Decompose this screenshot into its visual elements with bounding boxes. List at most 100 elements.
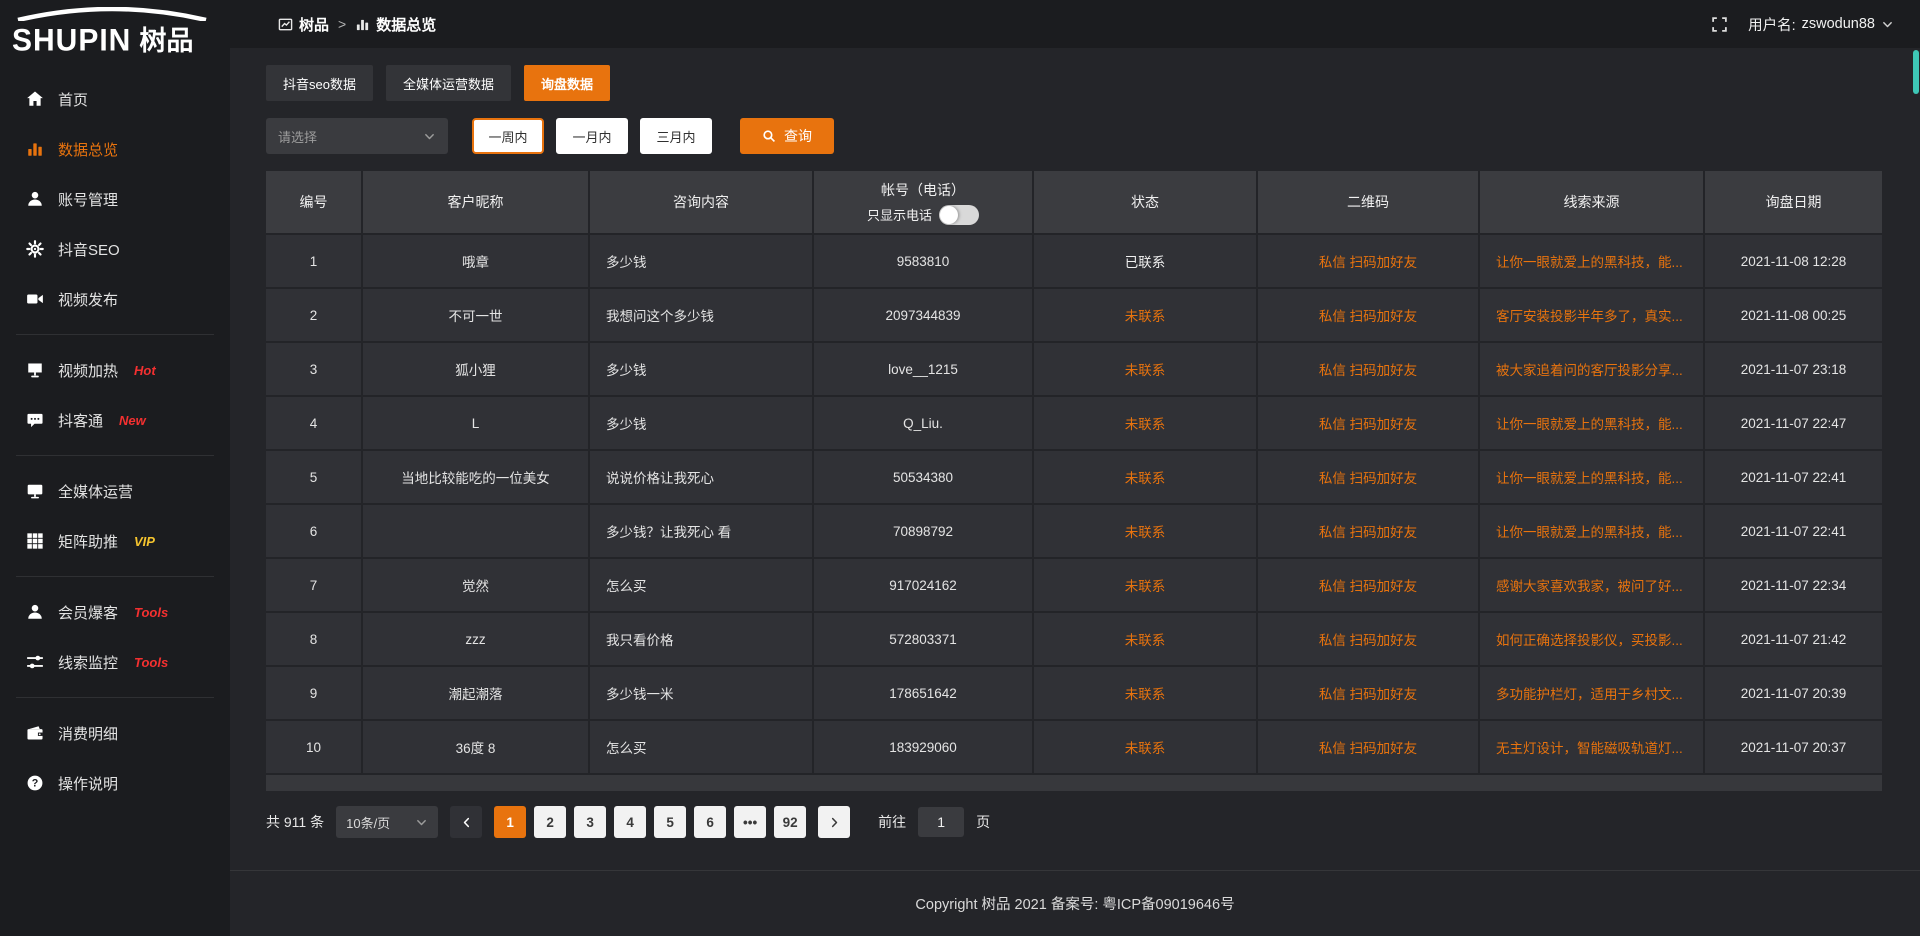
cell-source-link[interactable]: 如何正确选择投影仪，买投影... <box>1480 613 1703 665</box>
cell-date: 2021-11-07 22:34 <box>1705 559 1882 611</box>
cell-account: 917024162 <box>814 559 1032 611</box>
sidebar-divider <box>16 697 214 698</box>
sidebar-item-consumption-detail[interactable]: 消费明细 <box>0 708 230 758</box>
cell-qrcode-link[interactable]: 私信 扫码加好友 <box>1258 343 1478 395</box>
prev-page-button[interactable] <box>450 806 482 838</box>
sidebar-divider <box>16 576 214 577</box>
sidebar-item-badge: Tools <box>134 605 168 620</box>
tab-inquiry-data[interactable]: 询盘数据 <box>524 65 610 101</box>
select-placeholder: 请选择 <box>278 127 317 146</box>
cell-qrcode-link[interactable]: 私信 扫码加好友 <box>1258 559 1478 611</box>
sidebar-item-home[interactable]: 首页 <box>0 74 230 124</box>
sidebar-item-matrix-boost[interactable]: 矩阵助推 VIP <box>0 516 230 566</box>
cell-nickname: 潮起潮落 <box>363 667 588 719</box>
cell-no: 9 <box>266 667 361 719</box>
chevron-down-icon <box>196 534 210 548</box>
page-ellipsis-button[interactable]: ••• <box>734 806 766 838</box>
cell-content: 多少钱 <box>590 235 812 287</box>
breadcrumb-root[interactable]: 树品 <box>278 14 329 35</box>
question-icon: ? <box>26 774 44 792</box>
cell-qrcode-link[interactable]: 私信 扫码加好友 <box>1258 613 1478 665</box>
period-button-one-month[interactable]: 一月内 <box>556 118 628 154</box>
filter-bar: 请选择 一周内 一月内 三月内 查询 <box>266 118 1882 154</box>
cell-content: 怎么买 <box>590 559 812 611</box>
user-icon <box>26 603 44 621</box>
cell-nickname: 36度 8 <box>363 721 588 773</box>
page-button-6[interactable]: 6 <box>694 806 726 838</box>
chevron-down-icon <box>423 130 436 143</box>
sidebar-item-operation-guide[interactable]: ? 操作说明 <box>0 758 230 808</box>
sidebar-item-clue-monitor[interactable]: 线索监控 Tools <box>0 637 230 687</box>
tab-media-operation-data[interactable]: 全媒体运营数据 <box>386 65 511 101</box>
cell-date: 2021-11-08 00:25 <box>1705 289 1882 341</box>
cell-source-link[interactable]: 多功能护栏灯，适用于乡村文... <box>1480 667 1703 719</box>
cell-source-link[interactable]: 让你一眼就爱上的黑科技，能... <box>1480 235 1703 287</box>
search-button-label: 查询 <box>784 126 812 146</box>
cell-content: 多少钱？让我死心 看 <box>590 505 812 557</box>
cell-content: 我想问这个多少钱 <box>590 289 812 341</box>
sidebar-item-account-manage[interactable]: 账号管理 <box>0 174 230 224</box>
cell-qrcode-link[interactable]: 私信 扫码加好友 <box>1258 289 1478 341</box>
sidebar-item-douyin-seo[interactable]: 抖音SEO <box>0 224 230 274</box>
cell-source-link[interactable]: 感谢大家喜欢我家，被问了好... <box>1480 559 1703 611</box>
cell-content: 我只看价格 <box>590 613 812 665</box>
cell-content: 多少钱一米 <box>590 667 812 719</box>
sidebar-item-member-baoke[interactable]: 会员爆客 Tools <box>0 587 230 637</box>
cell-status: 未联系 <box>1034 505 1256 557</box>
cell-source-link[interactable]: 让你一眼就爱上的黑科技，能... <box>1480 397 1703 449</box>
cell-qrcode-link[interactable]: 私信 扫码加好友 <box>1258 721 1478 773</box>
phone-only-toggle[interactable] <box>939 205 979 225</box>
period-button-three-months[interactable]: 三月内 <box>640 118 712 154</box>
cell-source-link[interactable]: 客厅安装投影半年多了，真实... <box>1480 289 1703 341</box>
sidebar-item-video-publish[interactable]: 视频发布 <box>0 274 230 324</box>
page-size-select[interactable]: 10条/页 <box>336 806 438 838</box>
scrollbar-thumb[interactable] <box>1913 50 1919 94</box>
cell-no: 4 <box>266 397 361 449</box>
sidebar-item-data-overview[interactable]: 数据总览 <box>0 124 230 174</box>
page-button-5[interactable]: 5 <box>654 806 686 838</box>
cell-source-link[interactable]: 被大家追着问的客厅投影分享... <box>1480 343 1703 395</box>
cell-qrcode-link[interactable]: 私信 扫码加好友 <box>1258 235 1478 287</box>
tab-douyin-seo-data[interactable]: 抖音seo数据 <box>266 65 373 101</box>
breadcrumb-current[interactable]: 数据总览 <box>355 14 436 35</box>
data-tabs: 抖音seo数据 全媒体运营数据 询盘数据 <box>266 65 1882 101</box>
page-button-4[interactable]: 4 <box>614 806 646 838</box>
app-logo[interactable]: SHUPIN 树品 <box>0 0 230 60</box>
cell-content: 说说价格让我死心 <box>590 451 812 503</box>
sidebar-item-media-operation[interactable]: 全媒体运营 <box>0 466 230 516</box>
fullscreen-icon[interactable] <box>1711 16 1728 33</box>
chevron-left-icon <box>460 816 473 829</box>
cell-qrcode-link[interactable]: 私信 扫码加好友 <box>1258 451 1478 503</box>
goto-page-input[interactable] <box>918 807 964 837</box>
cell-source-link[interactable]: 让你一眼就爱上的黑科技，能... <box>1480 505 1703 557</box>
cell-qrcode-link[interactable]: 私信 扫码加好友 <box>1258 397 1478 449</box>
search-button[interactable]: 查询 <box>740 118 834 154</box>
cell-account: 50534380 <box>814 451 1032 503</box>
page-button-3[interactable]: 3 <box>574 806 606 838</box>
cell-account: 2097344839 <box>814 289 1032 341</box>
sidebar-item-video-heat[interactable]: 视频加热 Hot <box>0 345 230 395</box>
page-button-1[interactable]: 1 <box>494 806 526 838</box>
page-button-2[interactable]: 2 <box>534 806 566 838</box>
page-size-value: 10条/页 <box>346 813 390 832</box>
chevron-down-icon <box>415 816 428 829</box>
cell-source-link[interactable]: 让你一眼就爱上的黑科技，能... <box>1480 451 1703 503</box>
sidebar-item-douketong[interactable]: 抖客通 New <box>0 395 230 445</box>
cell-qrcode-link[interactable]: 私信 扫码加好友 <box>1258 505 1478 557</box>
cell-source-link[interactable]: 无主灯设计，智能磁吸轨道灯... <box>1480 721 1703 773</box>
chat-icon <box>26 411 44 429</box>
account-select[interactable]: 请选择 <box>266 118 448 154</box>
user-icon <box>26 190 44 208</box>
username-value: zswodun88 <box>1802 16 1875 32</box>
page-button-92[interactable]: 92 <box>774 806 806 838</box>
video-icon <box>26 290 44 308</box>
page-suffix: 页 <box>976 812 990 832</box>
logo-arc <box>14 7 210 21</box>
chevron-down-icon <box>196 655 210 669</box>
next-page-button[interactable] <box>818 806 850 838</box>
user-menu[interactable]: 用户名: zswodun88 <box>1748 14 1894 35</box>
period-button-one-week[interactable]: 一周内 <box>472 118 544 154</box>
cell-qrcode-link[interactable]: 私信 扫码加好友 <box>1258 667 1478 719</box>
sidebar-item-badge: Hot <box>134 363 156 378</box>
table-horizontal-scrollbar[interactable] <box>266 775 1882 791</box>
